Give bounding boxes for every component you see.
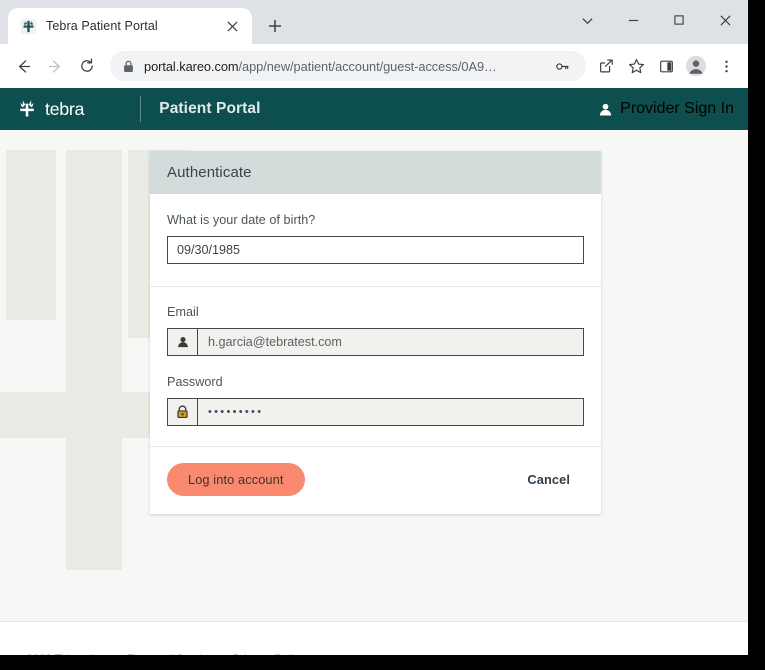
tab-strip-left-gap [0, 0, 8, 44]
email-field-group: Email [167, 305, 584, 356]
plus-icon[interactable] [260, 11, 290, 41]
close-icon[interactable] [222, 16, 242, 36]
terms-of-service-link[interactable]: Terms of Service [127, 653, 214, 655]
person-icon [168, 329, 198, 355]
email-input-group[interactable] [167, 328, 584, 356]
toolbar-action-icons [592, 52, 740, 80]
minimize-icon[interactable] [610, 0, 656, 40]
lock-icon [168, 399, 198, 425]
page-title: Authenticate [167, 164, 252, 181]
tebra-logo-mark [20, 100, 34, 117]
tebra-logo[interactable]: tebra [16, 98, 120, 120]
back-arrow-icon[interactable] [8, 51, 38, 81]
copyright-text: 2023 Tebra, Inc. [26, 653, 110, 655]
app-header-subtitle: Patient Portal [159, 100, 261, 117]
address-bar[interactable]: portal.kareo.com/app/new/patient/account… [110, 51, 586, 81]
url-path: /app/new/patient/account/guest-access/0A… [238, 58, 497, 74]
card-header: Authenticate [150, 151, 601, 194]
page-content: tebra Patient Portal Provider Sign In Au… [0, 88, 748, 655]
date-of-birth-label: What is your date of birth? [167, 213, 316, 227]
app-header: tebra Patient Portal Provider Sign In [0, 88, 748, 130]
lock-icon [123, 60, 134, 73]
footer-content: 2023 Tebra, Inc. · Terms of Service · Pr… [26, 653, 305, 655]
password-input-group[interactable] [167, 398, 584, 426]
forward-arrow-icon[interactable] [40, 51, 70, 81]
browser-window: Tebra Patient Portal portal.kareo.com/ap… [0, 0, 748, 655]
credentials-section: Email Password [150, 286, 601, 446]
tebra-cross-favicon [20, 18, 37, 34]
browser-toolbar: portal.kareo.com/app/new/patient/account… [0, 44, 748, 88]
browser-tab-tebra-patient-portal[interactable]: Tebra Patient Portal [8, 8, 252, 44]
bookmark-star-icon[interactable] [622, 52, 650, 80]
cancel-button[interactable]: Cancel [527, 472, 570, 487]
svg-text:tebra: tebra [45, 99, 84, 119]
page-body: Authenticate What is your date of birth?… [0, 130, 748, 621]
provider-sign-in-button[interactable]: Provider Sign In [598, 100, 734, 118]
url-host: portal.kareo.com [144, 58, 239, 74]
date-of-birth-input[interactable] [167, 236, 584, 264]
date-of-birth-section: What is your date of birth? [150, 194, 601, 286]
header-divider [140, 96, 142, 122]
chevron-down-icon[interactable] [564, 0, 610, 40]
side-panel-icon[interactable] [652, 52, 680, 80]
tab-title: Tebra Patient Portal [46, 19, 158, 33]
provider-sign-in-label: Provider Sign In [620, 100, 734, 117]
three-dot-menu-icon[interactable] [712, 52, 740, 80]
authenticate-card: Authenticate What is your date of birth?… [150, 151, 601, 514]
person-icon [599, 103, 612, 115]
privacy-policy-link[interactable]: Privacy Policy [232, 653, 305, 655]
footer-separator: · [117, 654, 121, 655]
footer-separator: · [222, 654, 226, 655]
password-field-group: Password [167, 375, 584, 426]
log-into-account-button[interactable]: Log into account [167, 463, 305, 496]
profile-avatar-icon[interactable] [682, 52, 710, 80]
share-icon[interactable] [592, 52, 620, 80]
key-icon[interactable] [548, 52, 576, 80]
browser-tab-strip: Tebra Patient Portal [0, 0, 748, 44]
window-controls [564, 0, 748, 40]
card-actions: Log into account Cancel [150, 446, 601, 514]
reload-icon[interactable] [72, 51, 102, 81]
password-input[interactable] [198, 399, 583, 425]
password-label: Password [167, 375, 223, 389]
close-icon[interactable] [702, 0, 748, 40]
address-bar-url: portal.kareo.com/app/new/patient/account… [144, 59, 538, 74]
page-footer: 2023 Tebra, Inc. · Terms of Service · Pr… [0, 621, 748, 655]
tebra-wordmark: tebra [45, 99, 85, 119]
email-input[interactable] [198, 329, 583, 355]
email-label: Email [167, 305, 199, 319]
maximize-icon[interactable] [656, 0, 702, 40]
